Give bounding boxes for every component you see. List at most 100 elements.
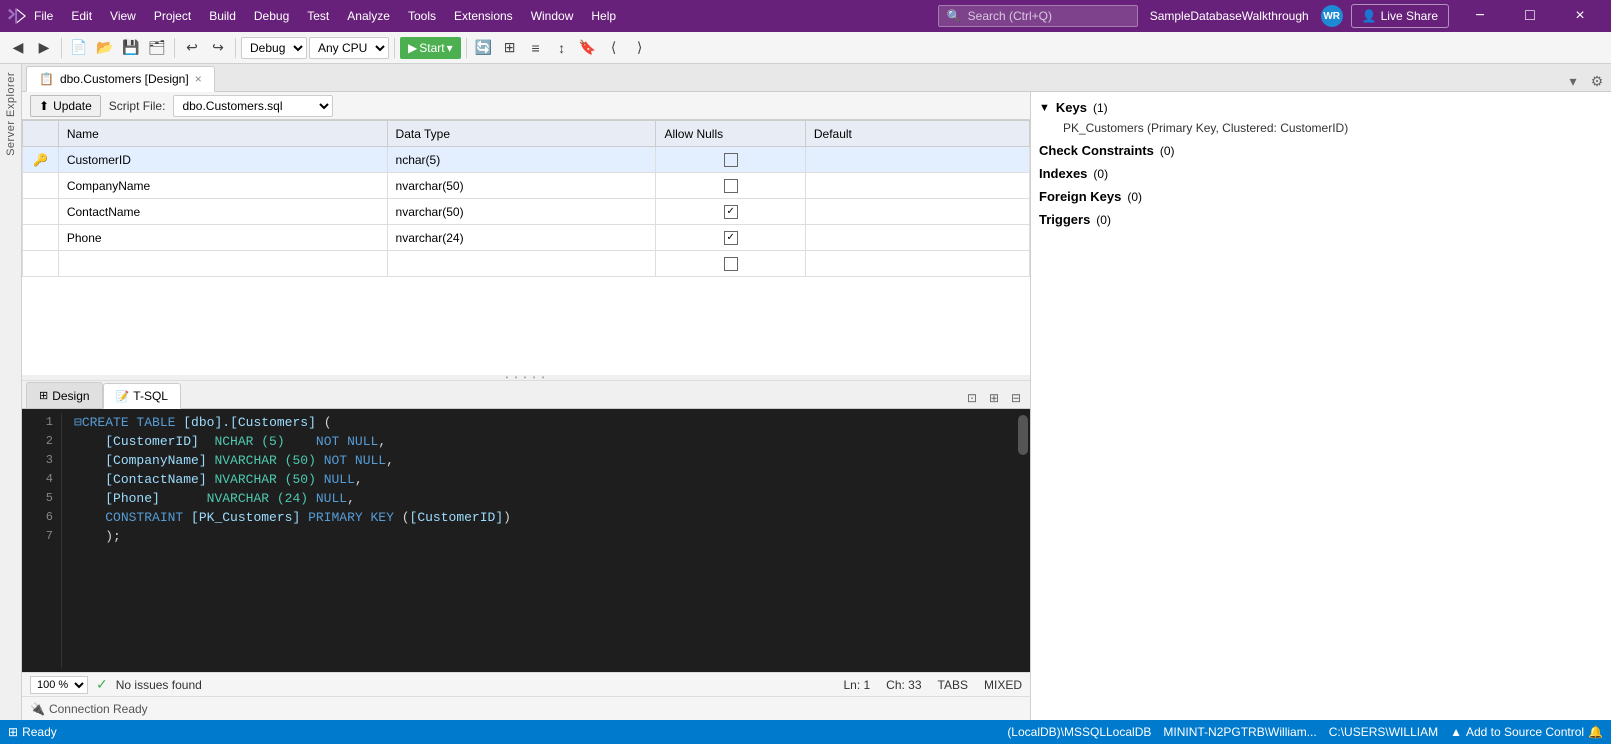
toolbar-redo-btn[interactable]: ↪ <box>206 36 230 60</box>
toolbar-forward-btn[interactable]: ▶ <box>32 36 56 60</box>
toolbar-filter-btn[interactable]: ≡ <box>524 36 548 60</box>
tabs-info: TABS <box>938 678 968 692</box>
toolbar-save-btn[interactable]: 💾 <box>119 36 143 60</box>
toolbar-sep-2 <box>174 38 175 58</box>
code-line[interactable]: CONSTRAINT [PK_Customers] PRIMARY KEY ([… <box>74 508 1004 527</box>
start-button[interactable]: ▶ Start ▾ <box>400 37 461 59</box>
row-name-cell[interactable]: ContactName <box>58 199 387 225</box>
script-file-dropdown[interactable]: dbo.Customers.sql <box>173 95 333 117</box>
code-line[interactable]: [Phone] NVARCHAR (24) NULL, <box>74 489 1004 508</box>
toolbar-refresh-btn[interactable]: 🔄 <box>472 36 496 60</box>
zoom-dropdown[interactable]: 100 % <box>30 676 88 694</box>
menu-test[interactable]: Test <box>299 5 337 27</box>
debug-config-dropdown[interactable]: Debug <box>241 37 307 59</box>
bottom-col-icon-3[interactable]: ⊟ <box>1006 388 1026 408</box>
tab-close-button[interactable]: × <box>195 73 202 85</box>
bottom-col-icon-1[interactable]: ⊡ <box>962 388 982 408</box>
tab-settings-icon[interactable]: ⚙ <box>1587 71 1607 91</box>
live-share-button[interactable]: 👤 Live Share <box>1351 4 1449 28</box>
connection-bar: 🔌 Connection Ready <box>22 696 1030 720</box>
table-row[interactable]: CompanyNamenvarchar(50) <box>23 173 1030 199</box>
row-default-cell[interactable] <box>805 199 1029 225</box>
menu-project[interactable]: Project <box>146 5 199 27</box>
sql-scrollbar-thumb[interactable] <box>1018 415 1028 455</box>
menu-file[interactable]: File <box>26 5 61 27</box>
tab-customers-design[interactable]: 📋 dbo.Customers [Design] × <box>26 66 215 92</box>
row-nulls-cell[interactable] <box>656 147 805 173</box>
server-explorer-panel[interactable]: Server Explorer <box>0 64 22 720</box>
row-type-cell[interactable]: nvarchar(50) <box>387 199 656 225</box>
menu-window[interactable]: Window <box>523 5 582 27</box>
source-control-item[interactable]: ▲ Add to Source Control 🔔 <box>1450 725 1603 739</box>
toolbar-layout-btn[interactable]: ⊞ <box>498 36 522 60</box>
cpu-dropdown[interactable]: Any CPU <box>309 37 389 59</box>
update-button[interactable]: ⬆ Update <box>30 95 101 117</box>
toolbar-prev-btn[interactable]: ⟨ <box>602 36 626 60</box>
table-row[interactable]: ContactNamenvarchar(50) ✓ <box>23 199 1030 225</box>
code-line[interactable]: ); <box>74 527 1004 546</box>
tab-design[interactable]: ⊞ Design <box>26 382 103 408</box>
toolbar-save-all-btn[interactable]: 🗂 <box>145 36 169 60</box>
row-name-cell[interactable]: CompanyName <box>58 173 387 199</box>
row-default-cell[interactable] <box>805 173 1029 199</box>
toolbar-undo-btn[interactable]: ↩ <box>180 36 204 60</box>
table-grid: Name Data Type Allow Nulls Default 🔑Cust… <box>22 120 1030 375</box>
kw-segment: NULL <box>316 491 347 506</box>
tab-tsql[interactable]: 📝 T-SQL <box>103 383 181 409</box>
row-type-cell[interactable]: nchar(5) <box>387 147 656 173</box>
menu-debug[interactable]: Debug <box>246 5 297 27</box>
empty-row-checkbox[interactable] <box>724 257 738 271</box>
row-nulls-cell[interactable] <box>656 173 805 199</box>
minimize-button[interactable]: − <box>1457 0 1503 32</box>
start-dropdown-icon[interactable]: ▾ <box>447 41 453 55</box>
tab-dropdown-icon[interactable]: ▾ <box>1563 71 1583 91</box>
table-row[interactable]: 🔑CustomerIDnchar(5) <box>23 147 1030 173</box>
keys-toggle-icon[interactable]: ▼ <box>1039 102 1050 114</box>
menu-analyze[interactable]: Analyze <box>339 5 398 27</box>
search-input[interactable] <box>968 9 1108 23</box>
allow-nulls-checkbox[interactable]: ✓ <box>724 231 738 245</box>
row-name-cell[interactable]: Phone <box>58 225 387 251</box>
plain-segment <box>285 434 316 449</box>
restore-button[interactable]: □ <box>1507 0 1553 32</box>
check-constraints-label: Check Constraints <box>1039 143 1154 158</box>
row-nulls-cell[interactable]: ✓ <box>656 199 805 225</box>
row-type-cell[interactable]: nvarchar(50) <box>387 173 656 199</box>
row-type-cell[interactable]: nvarchar(24) <box>387 225 656 251</box>
sql-editor[interactable]: 1234567 ⊟CREATE TABLE [dbo].[Customers] … <box>22 409 1030 672</box>
menu-bar: File Edit View Project Build Debug Test … <box>26 5 938 27</box>
menu-build[interactable]: Build <box>201 5 244 27</box>
code-area[interactable]: ⊟CREATE TABLE [dbo].[Customers] ( [Custo… <box>62 413 1016 668</box>
toolbar-new-btn[interactable]: 📄 <box>67 36 91 60</box>
row-name-cell[interactable]: CustomerID <box>58 147 387 173</box>
code-line[interactable]: [CustomerID] NCHAR (5) NOT NULL, <box>74 432 1004 451</box>
row-default-cell[interactable] <box>805 225 1029 251</box>
toolbar-open-btn[interactable]: 📂 <box>93 36 117 60</box>
allow-nulls-checkbox[interactable]: ✓ <box>724 205 738 219</box>
menu-tools[interactable]: Tools <box>400 5 444 27</box>
code-line[interactable]: [ContactName] NVARCHAR (50) NULL, <box>74 470 1004 489</box>
bracket-segment: [dbo]. <box>183 415 230 430</box>
menu-edit[interactable]: Edit <box>63 5 100 27</box>
row-nulls-cell[interactable]: ✓ <box>656 225 805 251</box>
row-default-cell[interactable] <box>805 147 1029 173</box>
toolbar-next-btn[interactable]: ⟩ <box>628 36 652 60</box>
server-explorer-label: Server Explorer <box>5 72 17 156</box>
menu-help[interactable]: Help <box>583 5 624 27</box>
table-row[interactable]: Phonenvarchar(24) ✓ <box>23 225 1030 251</box>
allow-nulls-checkbox[interactable] <box>724 179 738 193</box>
search-box[interactable]: 🔍 <box>938 5 1138 27</box>
allow-nulls-checkbox[interactable] <box>724 153 738 167</box>
menu-view[interactable]: View <box>102 5 144 27</box>
close-button[interactable]: × <box>1557 0 1603 32</box>
bottom-col-icon-2[interactable]: ⊞ <box>984 388 1004 408</box>
toolbar-sort-btn[interactable]: ↕ <box>550 36 574 60</box>
toolbar-bookmark-btn[interactable]: 🔖 <box>576 36 600 60</box>
menu-extensions[interactable]: Extensions <box>446 5 521 27</box>
code-line[interactable]: ⊟CREATE TABLE [dbo].[Customers] ( <box>74 413 1004 432</box>
toolbar-back-btn[interactable]: ◀ <box>6 36 30 60</box>
sql-scrollbar-track[interactable] <box>1016 413 1030 668</box>
sql-scrollbar[interactable] <box>1016 413 1030 668</box>
code-line[interactable]: [CompanyName] NVARCHAR (50) NOT NULL, <box>74 451 1004 470</box>
live-share-icon: 👤 <box>1362 9 1377 23</box>
